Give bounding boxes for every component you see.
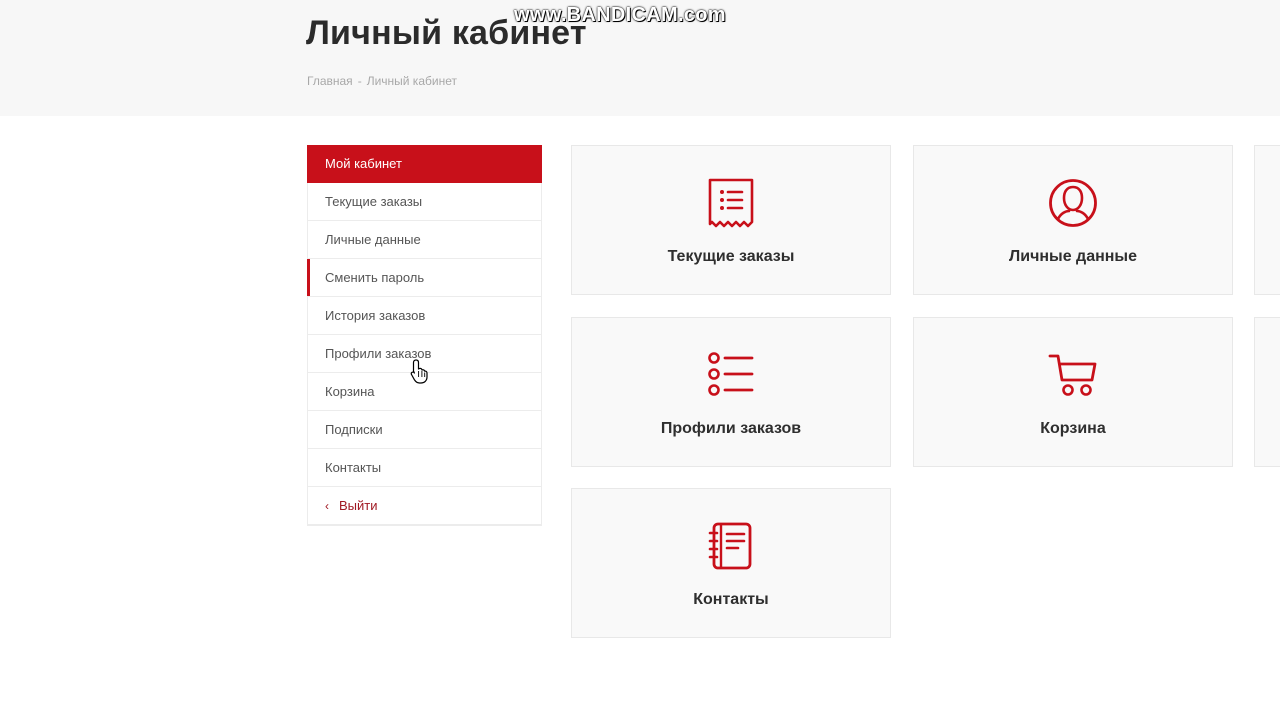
breadcrumb-current: Личный кабинет (366, 74, 457, 88)
chevron-left-icon: ‹ (325, 499, 329, 513)
sidebar-item-label: Корзина (325, 384, 375, 399)
shopping-cart-icon (1048, 354, 1097, 396)
account-sidebar-menu: Мой кабинет Текущие заказы Личные данные… (307, 145, 542, 526)
card-order-profiles[interactable]: Профили заказов (571, 317, 891, 467)
card-label: Корзина (1040, 420, 1106, 437)
breadcrumb: Главная - Личный кабинет (307, 74, 457, 88)
sidebar-item-change-password[interactable]: Сменить пароль (307, 259, 541, 297)
receipt-list-icon (708, 178, 754, 228)
card-current-orders[interactable]: Текущие заказы (571, 145, 891, 295)
sidebar-item-label: Контакты (325, 460, 382, 475)
breadcrumb-link-home[interactable]: Главная (307, 74, 353, 88)
sidebar-item-label: Подписки (325, 422, 383, 437)
card-cart[interactable]: Корзина (913, 317, 1233, 467)
sidebar-item-label: Личные данные (325, 232, 421, 247)
card-partial-offscreen[interactable] (1254, 145, 1280, 295)
sidebar-item-my-cabinet[interactable]: Мой кабинет (307, 145, 542, 183)
recording-watermark: www.BANDICAM.com (514, 4, 726, 26)
sidebar-item-subscriptions[interactable]: Подписки (308, 411, 541, 449)
card-contacts[interactable]: Контакты (571, 488, 891, 638)
card-label: Контакты (693, 591, 769, 608)
sidebar-item-order-history[interactable]: История заказов (308, 297, 541, 335)
sidebar-item-label: Сменить пароль (325, 270, 425, 285)
breadcrumb-separator: - (357, 74, 362, 88)
notebook-icon (708, 522, 752, 570)
sidebar-item-label: Мой кабинет (325, 156, 402, 171)
card-partial-offscreen[interactable] (1254, 317, 1280, 467)
sidebar-item-logout[interactable]: ‹ Выйти (308, 487, 541, 525)
card-label: Личные данные (1009, 248, 1137, 265)
sidebar-item-label: История заказов (325, 308, 426, 323)
bullet-list-icon (708, 352, 754, 396)
card-label: Текущие заказы (667, 248, 795, 265)
sidebar-item-label: Текущие заказы (325, 194, 423, 209)
user-circle-icon (1049, 179, 1097, 227)
card-personal-data[interactable]: Личные данные (913, 145, 1233, 295)
card-label: Профили заказов (660, 420, 802, 437)
sidebar-item-label: Выйти (339, 498, 378, 513)
sidebar-item-personal-data[interactable]: Личные данные (308, 221, 541, 259)
hand-pointer-cursor-icon (410, 359, 428, 384)
sidebar-item-contacts[interactable]: Контакты (308, 449, 541, 487)
sidebar-item-current-orders[interactable]: Текущие заказы (308, 183, 541, 221)
